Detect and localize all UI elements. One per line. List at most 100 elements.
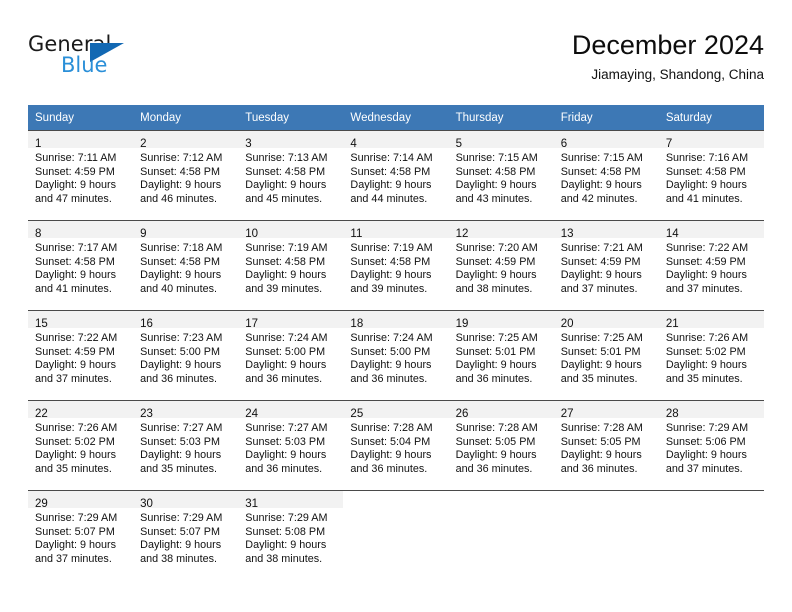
calendar-day-cell[interactable]: 5 Sunrise: 7:15 AM Sunset: 4:58 PM Daylight…	[448, 130, 554, 221]
sunset-time: Sunset: 5:03 PM	[245, 435, 326, 448]
calendar-day-cell[interactable]: 17 Sunrise: 7:24 AM Sunset: 5:00 PM Dayligh…	[238, 310, 344, 401]
calendar-week-row: 8 Sunrise: 7:17 AM Sunset: 4:58 PM Daylight…	[28, 220, 764, 311]
sunset-time: Sunset: 4:58 PM	[350, 165, 431, 178]
day-cell-content: 4 Sunrise: 7:14 AM Sunset: 4:58 PM Daylight…	[343, 131, 449, 220]
calendar-day-cell[interactable]: 20 Sunrise: 7:25 AM Sunset: 5:01 PM Dayligh…	[553, 310, 659, 401]
weekday-header-row: Sunday Monday Tuesday Wednesday Thursday…	[28, 105, 764, 131]
calendar-day-cell[interactable]: 12 Sunrise: 7:20 AM Sunset: 4:59 PM Dayligh…	[448, 220, 554, 311]
calendar-day-cell[interactable]: 15 Sunrise: 7:22 AM Sunset: 4:59 PM Dayligh…	[28, 310, 134, 401]
sunset-time: Sunset: 4:59 PM	[455, 255, 536, 268]
day-number-band: 18	[343, 311, 449, 330]
daylight-duration-line2: and 45 minutes.	[245, 192, 323, 205]
calendar-day-cell[interactable]: 29 Sunrise: 7:29 AM Sunset: 5:07 PM Dayligh…	[28, 490, 134, 580]
daylight-duration-line1: Daylight: 9 hours	[455, 179, 537, 192]
sunrise-time: Sunrise: 7:28 AM	[560, 422, 643, 434]
day-number-band: 9	[133, 221, 239, 240]
day-detail-lines: Sunrise: 7:25 AM Sunset: 5:01 PM Daylight:…	[449, 328, 554, 386]
daylight-duration-line1: Daylight: 9 hours	[560, 449, 642, 462]
day-cell-content: 3 Sunrise: 7:13 AM Sunset: 4:58 PM Daylight…	[238, 131, 344, 220]
calendar-day-cell[interactable]: 19 Sunrise: 7:25 AM Sunset: 5:01 PM Dayligh…	[448, 310, 554, 401]
sunrise-time: Sunrise: 7:21 AM	[560, 242, 643, 254]
calendar-day-cell[interactable]: 23 Sunrise: 7:27 AM Sunset: 5:03 PM Dayligh…	[133, 400, 239, 491]
sunrise-time: Sunrise: 7:29 AM	[140, 512, 223, 524]
day-number-band: 29	[28, 491, 134, 510]
daylight-duration-line1: Daylight: 9 hours	[665, 359, 747, 372]
day-detail-lines: Sunrise: 7:26 AM Sunset: 5:02 PM Daylight:…	[659, 328, 764, 386]
calendar-day-cell[interactable]: 4 Sunrise: 7:14 AM Sunset: 4:58 PM Daylight…	[343, 130, 449, 221]
day-detail-lines	[343, 508, 448, 512]
day-number: 25	[350, 408, 364, 420]
calendar-day-cell[interactable]: 9 Sunrise: 7:18 AM Sunset: 4:58 PM Daylight…	[133, 220, 239, 311]
weekday-header-thursday: Thursday	[448, 105, 554, 131]
day-number: 7	[665, 138, 673, 150]
general-blue-logo[interactable]: General Blue	[28, 32, 248, 86]
daylight-duration-line2: and 41 minutes.	[35, 282, 112, 295]
daylight-duration-line2: and 40 minutes.	[140, 282, 217, 295]
day-cell-content: 14 Sunrise: 7:22 AM Sunset: 4:59 PM Dayligh…	[658, 221, 764, 310]
calendar-day-cell[interactable]: 18 Sunrise: 7:24 AM Sunset: 5:00 PM Dayligh…	[343, 310, 449, 401]
day-number: 5	[455, 138, 462, 150]
logo-text-blue: Blue	[61, 53, 108, 77]
day-detail-lines: Sunrise: 7:28 AM Sunset: 5:05 PM Daylight:…	[449, 418, 554, 476]
sunrise-time: Sunrise: 7:19 AM	[245, 242, 328, 254]
day-cell-content: 23 Sunrise: 7:27 AM Sunset: 5:03 PM Dayligh…	[133, 401, 239, 490]
day-number: 26	[455, 408, 469, 420]
calendar-day-cell[interactable]: 30 Sunrise: 7:29 AM Sunset: 5:07 PM Dayligh…	[133, 490, 239, 580]
sunset-time: Sunset: 5:03 PM	[140, 435, 220, 448]
day-detail-lines: Sunrise: 7:24 AM Sunset: 5:00 PM Daylight:…	[343, 328, 448, 386]
calendar-day-cell[interactable]: 14 Sunrise: 7:22 AM Sunset: 4:59 PM Dayligh…	[658, 220, 764, 311]
day-number-band: 24	[238, 401, 344, 420]
daylight-duration-line2: and 36 minutes.	[455, 462, 533, 475]
calendar-day-cell[interactable]: 13 Sunrise: 7:21 AM Sunset: 4:59 PM Dayligh…	[553, 220, 659, 311]
calendar-day-cell[interactable]: 28 Sunrise: 7:29 AM Sunset: 5:06 PM Dayligh…	[658, 400, 764, 491]
day-cell-content: 15 Sunrise: 7:22 AM Sunset: 4:59 PM Dayligh…	[28, 311, 134, 400]
calendar-day-cell[interactable]: 2 Sunrise: 7:12 AM Sunset: 4:58 PM Daylight…	[133, 130, 239, 221]
calendar-day-cell[interactable]: 24 Sunrise: 7:27 AM Sunset: 5:03 PM Dayligh…	[238, 400, 344, 491]
daylight-duration-line1: Daylight: 9 hours	[560, 179, 642, 192]
day-number-band: 7	[658, 131, 764, 150]
day-number-band: 27	[553, 401, 659, 420]
day-detail-lines: Sunrise: 7:15 AM Sunset: 4:58 PM Daylight:…	[554, 148, 659, 206]
sunrise-time: Sunrise: 7:26 AM	[35, 422, 118, 434]
calendar-day-cell[interactable]: 10 Sunrise: 7:19 AM Sunset: 4:58 PM Dayligh…	[238, 220, 344, 311]
calendar-week-row: 1 Sunrise: 7:11 AM Sunset: 4:59 PM Daylight…	[28, 130, 764, 221]
calendar-body: 1 Sunrise: 7:11 AM Sunset: 4:59 PM Daylight…	[28, 130, 764, 580]
calendar-week-row: 22 Sunrise: 7:26 AM Sunset: 5:02 PM Dayligh…	[28, 400, 764, 491]
calendar-day-cell[interactable]: 1 Sunrise: 7:11 AM Sunset: 4:59 PM Daylight…	[28, 130, 134, 221]
calendar-day-cell[interactable]: 3 Sunrise: 7:13 AM Sunset: 4:58 PM Daylight…	[238, 130, 344, 221]
day-detail-lines: Sunrise: 7:27 AM Sunset: 5:03 PM Daylight:…	[238, 418, 343, 476]
calendar-day-cell[interactable]: 31 Sunrise: 7:29 AM Sunset: 5:08 PM Dayligh…	[238, 490, 344, 580]
sunset-time: Sunset: 5:01 PM	[455, 345, 536, 358]
calendar-day-cell[interactable]: 11 Sunrise: 7:19 AM Sunset: 4:58 PM Dayligh…	[343, 220, 449, 311]
daylight-duration-line1: Daylight: 9 hours	[560, 359, 642, 372]
day-number: 3	[245, 138, 252, 150]
day-cell-content: 28 Sunrise: 7:29 AM Sunset: 5:06 PM Dayligh…	[658, 401, 764, 490]
calendar-day-cell-empty	[448, 490, 554, 580]
calendar-day-cell[interactable]: 26 Sunrise: 7:28 AM Sunset: 5:05 PM Dayligh…	[448, 400, 554, 491]
calendar-day-cell[interactable]: 22 Sunrise: 7:26 AM Sunset: 5:02 PM Dayligh…	[28, 400, 134, 491]
sunset-time: Sunset: 5:04 PM	[350, 435, 431, 448]
calendar-day-cell[interactable]: 21 Sunrise: 7:26 AM Sunset: 5:02 PM Dayligh…	[658, 310, 764, 401]
sunset-time: Sunset: 5:05 PM	[455, 435, 536, 448]
calendar-day-cell[interactable]: 27 Sunrise: 7:28 AM Sunset: 5:05 PM Dayligh…	[553, 400, 659, 491]
day-number-band: 12	[448, 221, 554, 240]
daylight-duration-line1: Daylight: 9 hours	[35, 359, 117, 372]
day-cell-content: 26 Sunrise: 7:28 AM Sunset: 5:05 PM Dayligh…	[448, 401, 554, 490]
day-number: 17	[245, 318, 259, 330]
calendar-day-cell[interactable]: 8 Sunrise: 7:17 AM Sunset: 4:58 PM Daylight…	[28, 220, 134, 311]
day-number: 23	[140, 408, 153, 420]
daylight-duration-line2: and 41 minutes.	[665, 192, 743, 205]
calendar-day-cell[interactable]: 7 Sunrise: 7:16 AM Sunset: 4:58 PM Daylight…	[658, 130, 764, 221]
daylight-duration-line1: Daylight: 9 hours	[140, 449, 222, 462]
sunset-time: Sunset: 4:59 PM	[560, 255, 641, 268]
day-detail-lines: Sunrise: 7:26 AM Sunset: 5:02 PM Daylight:…	[28, 418, 133, 476]
calendar-day-cell[interactable]: 6 Sunrise: 7:15 AM Sunset: 4:58 PM Daylight…	[553, 130, 659, 221]
day-number: 4	[350, 138, 357, 150]
calendar-day-cell[interactable]: 25 Sunrise: 7:28 AM Sunset: 5:04 PM Dayligh…	[343, 400, 449, 491]
day-number-band: 3	[238, 131, 344, 150]
calendar-week-row: 29 Sunrise: 7:29 AM Sunset: 5:07 PM Dayligh…	[28, 490, 764, 580]
sunrise-time: Sunrise: 7:22 AM	[35, 332, 118, 344]
sunset-time: Sunset: 5:00 PM	[245, 345, 326, 358]
calendar-day-cell[interactable]: 16 Sunrise: 7:23 AM Sunset: 5:00 PM Dayligh…	[133, 310, 239, 401]
page-header: General Blue December 2024 Jiamaying, Sh…	[28, 28, 764, 94]
